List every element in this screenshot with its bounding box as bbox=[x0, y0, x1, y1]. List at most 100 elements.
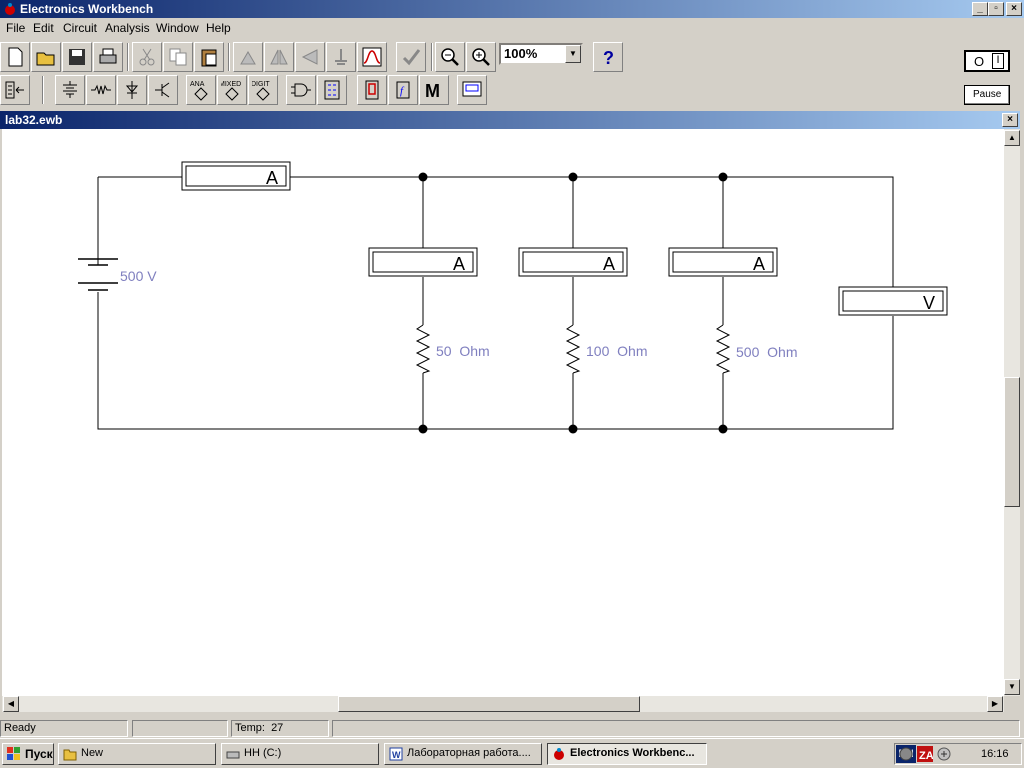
mixed-ics-bin-button[interactable]: MIXED bbox=[217, 75, 247, 105]
title-bar: Electronics Workbench _ ▫ × bbox=[0, 0, 1024, 18]
task-label: Electronics Workbenc... bbox=[570, 747, 695, 759]
document-close-button[interactable]: × bbox=[1002, 113, 1018, 127]
network-icon[interactable] bbox=[937, 747, 951, 761]
favorites-bin-icon bbox=[5, 81, 24, 99]
pause-button[interactable]: Pause bbox=[964, 85, 1010, 105]
instruments-bin-button[interactable] bbox=[457, 75, 487, 105]
word-icon: W bbox=[389, 747, 403, 761]
cut-button[interactable] bbox=[132, 42, 162, 72]
ammeter-branch-2[interactable]: A bbox=[518, 247, 628, 277]
open-file-button[interactable] bbox=[31, 42, 61, 72]
resistor-zigzag-2[interactable] bbox=[565, 324, 581, 374]
document-title: lab32.ewb bbox=[5, 113, 63, 127]
digital-ics-bin-button[interactable]: DIGIT bbox=[248, 75, 278, 105]
task-label: Лабораторная работа.... bbox=[407, 747, 531, 759]
start-button[interactable]: Пуск bbox=[2, 743, 54, 765]
paste-button[interactable] bbox=[194, 42, 224, 72]
resistor-1-label: 50 Ohm bbox=[436, 343, 490, 359]
flip-vertical-button[interactable] bbox=[295, 42, 325, 72]
print-button[interactable] bbox=[93, 42, 123, 72]
graph-button[interactable] bbox=[357, 42, 387, 72]
flip-horizontal-button[interactable] bbox=[264, 42, 294, 72]
task-electronics-workbench[interactable]: Electronics Workbenc... bbox=[547, 743, 707, 765]
task-new-folder[interactable]: New bbox=[58, 743, 216, 765]
sources-bin-button[interactable] bbox=[55, 75, 85, 105]
battery-symbol[interactable] bbox=[78, 258, 118, 291]
wrench-check-icon bbox=[402, 49, 421, 66]
resistor-zigzag-3[interactable] bbox=[715, 324, 731, 374]
resistor-zigzag-1[interactable] bbox=[415, 324, 431, 374]
new-file-button[interactable] bbox=[0, 42, 30, 72]
miscellaneous-bin-button[interactable]: M bbox=[419, 75, 449, 105]
task-label: HH (C:) bbox=[244, 747, 282, 759]
zonealarm-icon[interactable]: ZA bbox=[917, 746, 933, 762]
folder-icon bbox=[63, 749, 77, 761]
menu-file[interactable]: File bbox=[6, 21, 25, 35]
graph-icon bbox=[362, 47, 382, 67]
task-drive-c[interactable]: HH (C:) bbox=[221, 743, 379, 765]
vertical-scroll-thumb[interactable] bbox=[1004, 377, 1020, 507]
ammeter-main[interactable]: A bbox=[181, 161, 291, 191]
ammeter-branch-1[interactable]: A bbox=[368, 247, 478, 277]
horizontal-scroll-thumb[interactable] bbox=[338, 696, 640, 712]
menu-analysis[interactable]: Analysis bbox=[105, 21, 150, 35]
diode-icon bbox=[125, 81, 139, 99]
indicators-bin-button[interactable] bbox=[357, 75, 387, 105]
diodes-bin-button[interactable] bbox=[117, 75, 147, 105]
zoom-select[interactable]: 100% ▼ bbox=[499, 43, 583, 65]
source-voltage-label: 500 V bbox=[120, 268, 157, 284]
chevron-down-icon[interactable]: ▼ bbox=[565, 45, 581, 63]
close-button[interactable]: × bbox=[1006, 2, 1022, 16]
circuit-diagram: A A A A V 500 V 50 Ohm 100 Ohm 500 Ohm bbox=[78, 161, 948, 434]
logic-gates-bin-button[interactable] bbox=[286, 75, 316, 105]
taskbar: Пуск New HH (C:) W Лабораторная работа..… bbox=[0, 738, 1024, 768]
scroll-left-icon[interactable]: ◀ bbox=[3, 696, 19, 712]
pause-label: Pause bbox=[973, 89, 1002, 100]
digital-bin-button[interactable] bbox=[317, 75, 347, 105]
junction-dot bbox=[568, 424, 578, 434]
power-on-label: I bbox=[992, 53, 1004, 69]
status-ready: Ready bbox=[0, 720, 128, 737]
scroll-right-icon[interactable]: ▶ bbox=[987, 696, 1003, 712]
save-button[interactable] bbox=[62, 42, 92, 72]
mixed-ic-icon: MIXED bbox=[221, 81, 241, 101]
minimize-button[interactable]: _ bbox=[972, 2, 988, 16]
scroll-down-icon[interactable]: ▼ bbox=[1004, 679, 1020, 695]
menu-help[interactable]: Help bbox=[206, 21, 231, 35]
component-properties-button[interactable] bbox=[396, 42, 426, 72]
menu-edit[interactable]: Edit bbox=[33, 21, 54, 35]
analog-ic-icon: ANA bbox=[190, 81, 208, 101]
zoom-out-button[interactable] bbox=[435, 42, 465, 72]
copy-button[interactable] bbox=[163, 42, 193, 72]
vertical-scrollbar[interactable]: ▲ ▼ bbox=[1004, 129, 1020, 696]
ammeter-branch-3[interactable]: A bbox=[668, 247, 778, 277]
restore-button[interactable]: ▫ bbox=[988, 2, 1004, 16]
resistor-3-label: 500 Ohm bbox=[736, 344, 797, 360]
analog-ics-bin-button[interactable]: ANA bbox=[186, 75, 216, 105]
subcircuit-button[interactable] bbox=[326, 42, 356, 72]
transistors-bin-button[interactable] bbox=[148, 75, 178, 105]
junction-dot bbox=[718, 424, 728, 434]
clock[interactable]: 16:16 bbox=[981, 748, 1009, 760]
controls-bin-button[interactable]: f bbox=[388, 75, 418, 105]
power-switch[interactable]: O I bbox=[964, 50, 1010, 72]
voltmeter[interactable]: V bbox=[838, 286, 948, 316]
floppy-icon bbox=[69, 49, 85, 65]
circuit-canvas[interactable]: A A A A V 500 V 50 Ohm 100 Ohm 500 Ohm bbox=[2, 129, 1004, 696]
status-message-cell bbox=[332, 720, 1020, 737]
speaker-icon[interactable] bbox=[899, 747, 913, 761]
svg-text:?: ? bbox=[603, 48, 614, 68]
app-icon bbox=[5, 3, 15, 15]
horizontal-scrollbar[interactable]: ◀ ▶ bbox=[2, 696, 1004, 712]
menu-circuit[interactable]: Circuit bbox=[63, 21, 97, 35]
task-word-document[interactable]: W Лабораторная работа.... bbox=[384, 743, 542, 765]
basic-bin-button[interactable] bbox=[86, 75, 116, 105]
scroll-up-icon[interactable]: ▲ bbox=[1004, 130, 1020, 146]
svg-text:W: W bbox=[392, 750, 401, 760]
help-button[interactable]: ? bbox=[593, 42, 623, 72]
menu-window[interactable]: Window bbox=[156, 21, 199, 35]
favorites-bin-button[interactable] bbox=[0, 75, 30, 105]
rotate-button[interactable] bbox=[233, 42, 263, 72]
voltmeter-letter: V bbox=[923, 293, 935, 313]
zoom-in-button[interactable] bbox=[466, 42, 496, 72]
